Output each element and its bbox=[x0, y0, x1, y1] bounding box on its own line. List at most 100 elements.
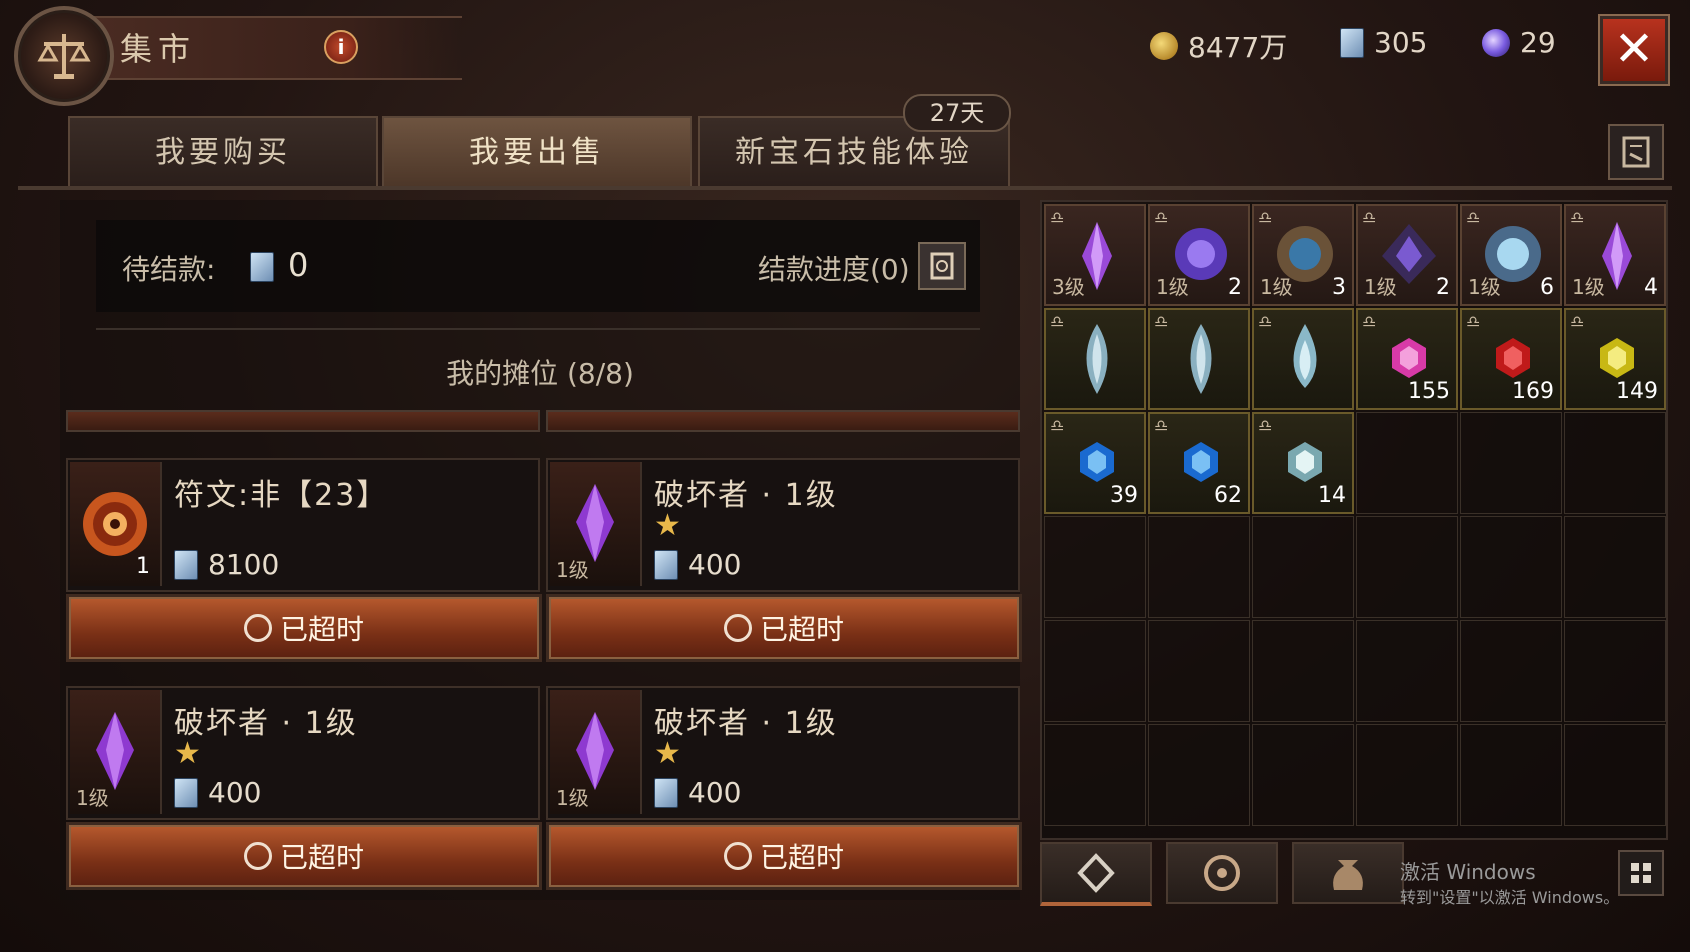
stall-item[interactable]: 1 符文:非【23】 8100 已超时 bbox=[66, 458, 542, 668]
purple-orb-icon bbox=[1482, 28, 1510, 57]
tab-sell[interactable]: 我要出售 bbox=[382, 116, 692, 188]
item-quantity: 1 bbox=[136, 554, 150, 579]
inventory-slot[interactable]: ♎ 1级 4 bbox=[1564, 204, 1666, 306]
filter-gem-button[interactable] bbox=[1040, 842, 1152, 906]
inventory-slot[interactable]: ♎ 62 bbox=[1148, 412, 1250, 514]
expired-button[interactable]: 已超时 bbox=[546, 822, 1022, 890]
inventory-slot[interactable]: ♎ 1级 3 bbox=[1252, 204, 1354, 306]
inventory-slot-empty[interactable] bbox=[1460, 620, 1562, 722]
inventory-slot-empty[interactable] bbox=[1148, 620, 1250, 722]
tab-buy[interactable]: 我要购买 bbox=[68, 116, 378, 188]
slot-count: 2 bbox=[1436, 275, 1450, 300]
inventory-slot-empty[interactable] bbox=[1356, 620, 1458, 722]
slot-count: 39 bbox=[1110, 483, 1138, 508]
inventory-slot-empty[interactable] bbox=[1356, 516, 1458, 618]
expired-button[interactable]: 已超时 bbox=[66, 594, 542, 662]
bag-icon bbox=[1333, 860, 1363, 890]
inventory-slot[interactable]: ♎ bbox=[1044, 308, 1146, 410]
star-icon: ★ bbox=[654, 508, 681, 543]
item-price-value: 400 bbox=[208, 776, 262, 809]
inventory-slot-empty[interactable] bbox=[1356, 412, 1458, 514]
header-divider bbox=[18, 186, 1672, 190]
inventory-slot[interactable]: ♎ bbox=[1148, 308, 1250, 410]
item-name: 破坏者 · 1级 bbox=[654, 478, 838, 513]
slot-count: 155 bbox=[1408, 379, 1450, 404]
inventory-slot[interactable]: ♎ 14 bbox=[1252, 412, 1354, 514]
scroll-icon bbox=[930, 252, 954, 280]
slot-level: 1级 bbox=[1364, 275, 1397, 299]
card-currency: 305 bbox=[1340, 26, 1427, 59]
inventory-slot-empty[interactable] bbox=[1252, 724, 1354, 826]
item-price: 8100 bbox=[174, 548, 279, 581]
inventory-slot[interactable]: ♎ bbox=[1252, 308, 1354, 410]
filter-bag-button[interactable] bbox=[1292, 842, 1404, 904]
inventory-slot-empty[interactable] bbox=[1044, 620, 1146, 722]
inventory-slot[interactable]: ♎ 1级 2 bbox=[1148, 204, 1250, 306]
slot-count: 4 bbox=[1644, 275, 1658, 300]
grid-menu-button[interactable] bbox=[1618, 850, 1664, 896]
orb-currency: 29 bbox=[1482, 26, 1556, 59]
expired-label: 已超时 bbox=[759, 841, 844, 874]
book-icon bbox=[1622, 136, 1650, 168]
stall-frame-right bbox=[546, 410, 1020, 432]
gold-value: 8477万 bbox=[1188, 31, 1288, 64]
pending-payment-value: 0 bbox=[288, 246, 309, 284]
inventory-slot-empty[interactable] bbox=[1460, 724, 1562, 826]
inventory-slot-empty[interactable] bbox=[1564, 516, 1666, 618]
inventory-slot[interactable]: ♎ 1级 6 bbox=[1460, 204, 1562, 306]
close-button[interactable]: ✕ bbox=[1600, 16, 1668, 84]
rune-filter-icon bbox=[1204, 855, 1240, 891]
clock-icon bbox=[243, 614, 272, 642]
slot-level: 1级 bbox=[1572, 275, 1605, 299]
inventory-slot[interactable]: ♎ 1级 2 bbox=[1356, 204, 1458, 306]
silver-leaf-icon bbox=[1086, 324, 1108, 394]
inventory-slot-empty[interactable] bbox=[1044, 724, 1146, 826]
gold-coin-icon bbox=[1150, 32, 1178, 60]
inventory-slot-empty[interactable] bbox=[1564, 620, 1666, 722]
item-price-value: 400 bbox=[688, 548, 742, 581]
windows-activation-title: 激活 Windows bbox=[1400, 860, 1536, 884]
info-icon[interactable]: i bbox=[324, 30, 358, 64]
slot-count: 149 bbox=[1616, 379, 1658, 404]
inventory-slot[interactable]: ♎ 39 bbox=[1044, 412, 1146, 514]
inventory-slot-empty[interactable] bbox=[1460, 412, 1562, 514]
clock-icon bbox=[243, 842, 272, 870]
inventory-slot-empty[interactable] bbox=[1148, 516, 1250, 618]
inventory-slot[interactable]: ♎ 169 bbox=[1460, 308, 1562, 410]
inventory-slot-empty[interactable] bbox=[1148, 724, 1250, 826]
slot-level: 3级 bbox=[1052, 275, 1085, 299]
settlement-progress-button[interactable] bbox=[918, 242, 966, 290]
inventory-slot-empty[interactable] bbox=[1564, 724, 1666, 826]
inventory-slot-empty[interactable] bbox=[1044, 516, 1146, 618]
inventory-slot[interactable]: ♎ 149 bbox=[1564, 308, 1666, 410]
filter-rune-button[interactable] bbox=[1166, 842, 1278, 904]
inventory-slot-empty[interactable] bbox=[1564, 412, 1666, 514]
card-currency-icon bbox=[654, 549, 678, 580]
inventory-slot[interactable]: ♎ 155 bbox=[1356, 308, 1458, 410]
clock-icon bbox=[723, 842, 752, 870]
item-price: 400 bbox=[654, 548, 741, 581]
card-currency-icon bbox=[174, 777, 198, 808]
card-value: 305 bbox=[1374, 26, 1428, 59]
expired-button[interactable]: 已超时 bbox=[66, 822, 542, 890]
item-name: 破坏者 · 1级 bbox=[654, 706, 838, 741]
silver-leaf-icon bbox=[1190, 324, 1212, 394]
item-level: 1级 bbox=[556, 786, 589, 810]
card-currency-icon bbox=[1340, 27, 1364, 58]
inventory-slot-empty[interactable] bbox=[1252, 620, 1354, 722]
inventory-slot[interactable]: ♎ 3级 bbox=[1044, 204, 1146, 306]
settlement-divider bbox=[96, 328, 980, 330]
settlement-progress-label: 结款进度(0) bbox=[758, 253, 910, 286]
inventory-slot-empty[interactable] bbox=[1252, 516, 1354, 618]
expired-button[interactable]: 已超时 bbox=[546, 594, 1022, 662]
orb-value: 29 bbox=[1520, 26, 1556, 59]
item-name: 破坏者 · 1级 bbox=[174, 706, 358, 741]
inventory-slot-empty[interactable] bbox=[1460, 516, 1562, 618]
stall-item[interactable]: 1级 破坏者 · 1级 ★ 400 已超时 bbox=[546, 686, 1022, 896]
inventory-slot-empty[interactable] bbox=[1356, 724, 1458, 826]
stall-item[interactable]: 1级 破坏者 · 1级 ★ 400 已超时 bbox=[66, 686, 542, 896]
stall-item[interactable]: 1级 破坏者 · 1级 ★ 400 已超时 bbox=[546, 458, 1022, 668]
record-book-button[interactable] bbox=[1608, 124, 1664, 180]
gem-filter-icon bbox=[1077, 853, 1115, 893]
card-currency-icon bbox=[250, 252, 274, 282]
